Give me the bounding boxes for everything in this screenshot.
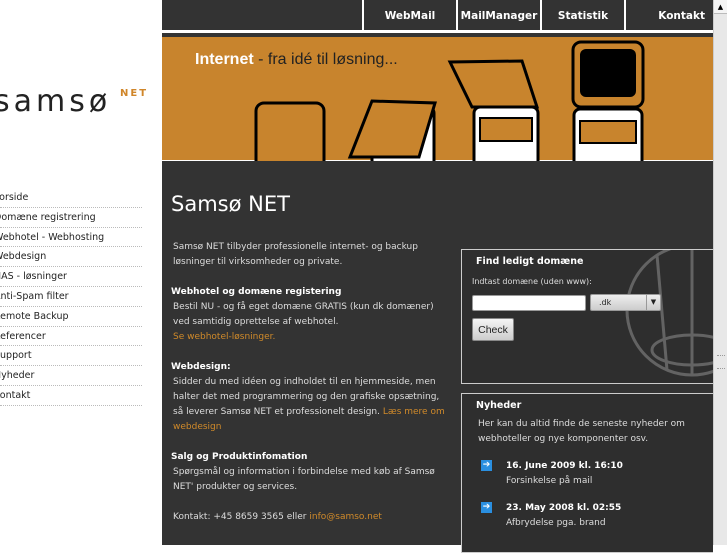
webhotel-link[interactable]: Se webhotel-løsninger. (173, 332, 275, 342)
menu-item-webdesign[interactable]: Webdesign (0, 247, 142, 268)
nav-statistik[interactable]: Statistik (540, 0, 624, 33)
news-text: Afbrydelse pga. brand (506, 518, 606, 528)
arrow-right-icon: ➔ (481, 460, 492, 471)
email-link[interactable]: info@samso.net (309, 512, 382, 522)
page-title: Samsø NET (171, 192, 290, 216)
section-text: Spørgsmål og information i forbindelse m… (173, 467, 435, 492)
nav-mailmanager[interactable]: MailManager (456, 0, 540, 33)
menu-item-referencer[interactable]: Referencer (0, 327, 142, 347)
sidebar: samsø NET Forside Domæne registrering We… (0, 0, 162, 545)
menu-item-nas[interactable]: NAS - løsninger (0, 267, 142, 287)
main-area: WebMail MailManager Statistik Kontakt In… (162, 0, 713, 553)
main-content: Samsø NET tilbyder professionelle intern… (171, 240, 447, 525)
section-text: Bestil NU - og få eget domæne GRATIS (ku… (173, 302, 434, 327)
intro-text: Samsø NET tilbyder professionelle intern… (173, 242, 418, 267)
menu-item-forside[interactable]: Forside (0, 188, 142, 208)
menu-item-webhotel[interactable]: Webhotel - Webhosting (0, 228, 142, 248)
menu-item-antispam[interactable]: Anti-Spam filter (0, 287, 142, 307)
side-menu: Forside Domæne registrering Webhotel - W… (0, 188, 142, 406)
section-heading: Webdesign: (171, 362, 231, 372)
tld-select[interactable]: .dk ▼ (590, 294, 661, 311)
news-item[interactable]: ➔ 16. June 2009 kl. 16:10 Forsinkelse på m… (481, 459, 713, 489)
top-nav: WebMail MailManager Statistik Kontakt (162, 0, 713, 33)
news-box: Nyheder Her kan du altid finde de senest… (461, 393, 713, 553)
tld-value: .dk (599, 298, 612, 307)
domain-search-box: Find ledigt domæne Indtast domæne (uden … (461, 249, 713, 384)
menu-item-nyheder[interactable]: Nyheder (0, 366, 142, 386)
menu-item-support[interactable]: Support (0, 346, 142, 367)
menu-item-kontakt[interactable]: Kontakt (0, 386, 142, 406)
news-title: Nyheder (476, 400, 522, 411)
scroll-thumb-grip[interactable] (717, 355, 725, 369)
news-date: 16. June 2009 kl. 16:10 (506, 461, 623, 471)
logo-suffix: NET (120, 88, 149, 99)
chevron-down-icon: ▼ (646, 295, 660, 310)
banner: Internet - fra idé til løsning... (162, 37, 713, 161)
check-button[interactable]: Check (472, 318, 514, 341)
contact-text: Kontakt: +45 8659 3565 eller (173, 512, 310, 522)
menu-item-backup[interactable]: Remote Backup (0, 307, 142, 327)
section-heading: Salg og Produktinfomation (171, 452, 308, 462)
news-date: 23. May 2008 kl. 02:55 (506, 503, 622, 513)
domain-input[interactable] (472, 295, 586, 311)
laptops-illustration (162, 40, 713, 161)
logo[interactable]: samsø (0, 84, 111, 119)
scroll-up-icon[interactable]: ▲ (714, 0, 727, 14)
nav-kontakt[interactable]: Kontakt (624, 0, 713, 33)
arrow-right-icon: ➔ (481, 502, 492, 513)
nav-webmail[interactable]: WebMail (362, 0, 456, 33)
section-heading: Webhotel og domæne registering (171, 287, 342, 297)
news-item[interactable]: ➔ 23. May 2008 kl. 02:55 Afbrydelse pga. b… (481, 501, 713, 531)
news-text: Forsinkelse på mail (506, 476, 593, 486)
scrollbar[interactable]: ▲ (713, 0, 727, 545)
globe-icon (625, 250, 713, 377)
menu-item-domain[interactable]: Domæne registrering (0, 208, 142, 228)
news-intro: Her kan du altid finde de seneste nyhede… (478, 419, 685, 444)
